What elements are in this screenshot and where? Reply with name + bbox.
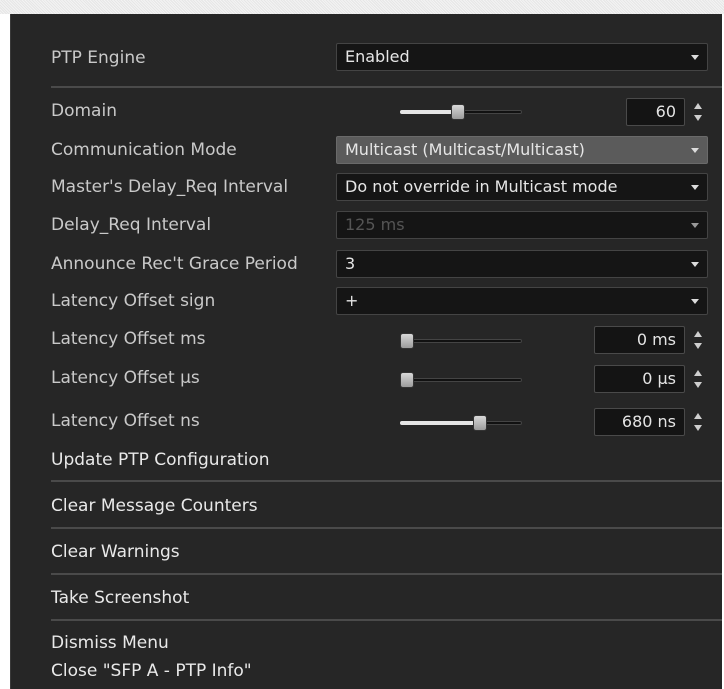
update-ptp-row[interactable]: Update PTP Configuration — [11, 446, 722, 476]
latency-ms-spinbox[interactable]: 0 ms — [594, 326, 709, 354]
close-window-button[interactable]: Close "SFP A - PTP Info" — [51, 661, 252, 681]
spinner-down-icon[interactable] — [694, 382, 702, 388]
latency-ms-label: Latency Offset ms — [51, 329, 206, 349]
take-screenshot-row[interactable]: Take Screenshot — [11, 584, 722, 616]
dropdown-arrow-icon — [691, 148, 699, 153]
masters-delay-req-value: Do not override in Multicast mode — [345, 177, 618, 196]
announce-grace-dropdown[interactable]: 3 — [336, 250, 708, 278]
clear-counters-button[interactable]: Clear Message Counters — [51, 496, 258, 516]
domain-slider[interactable] — [400, 101, 522, 123]
slider-thumb[interactable] — [451, 104, 465, 120]
menu-separator — [51, 573, 722, 575]
latency-sign-row: Latency Offset sign + — [11, 287, 722, 317]
slider-fill — [400, 110, 458, 114]
announce-grace-label: Announce Rec't Grace Period — [51, 254, 298, 274]
slider-thumb[interactable] — [473, 415, 487, 431]
latency-us-row: Latency Offset μs 0 μs — [11, 364, 722, 394]
announce-grace-value: 3 — [345, 254, 356, 273]
dropdown-arrow-icon — [691, 185, 699, 190]
domain-label: Domain — [51, 101, 117, 121]
delay-req-value: 125 ms — [345, 215, 405, 234]
ptp-engine-value: Enabled — [345, 47, 410, 66]
latency-ms-value: 0 ms — [636, 330, 676, 349]
latency-ns-slider[interactable] — [400, 412, 522, 434]
update-ptp-button[interactable]: Update PTP Configuration — [51, 450, 270, 470]
top-title-bar-pattern — [0, 0, 724, 14]
dropdown-arrow-icon — [691, 299, 699, 304]
spinner-up-icon[interactable] — [694, 103, 702, 109]
latency-us-slider[interactable] — [400, 369, 522, 391]
slider-fill — [400, 421, 480, 425]
clear-counters-row[interactable]: Clear Message Counters — [11, 492, 722, 524]
slider-thumb[interactable] — [400, 372, 414, 388]
spinner-down-icon[interactable] — [694, 343, 702, 349]
dropdown-arrow-icon — [691, 223, 699, 228]
ptp-engine-dropdown[interactable]: Enabled — [336, 43, 708, 71]
latency-ns-label: Latency Offset ns — [51, 411, 200, 431]
spinner-down-icon[interactable] — [694, 425, 702, 431]
menu-separator — [51, 527, 722, 529]
settings-menu-panel: PTP Engine Enabled Domain 60 Communicati… — [10, 14, 722, 689]
menu-separator — [51, 86, 722, 88]
dismiss-menu-row[interactable]: Dismiss Menu — [11, 631, 722, 659]
communication-mode-value: Multicast (Multicast/Multicast) — [345, 140, 585, 159]
spinner-down-icon[interactable] — [694, 115, 702, 121]
latency-ns-value: 680 ns — [621, 412, 676, 431]
domain-row: Domain 60 — [11, 97, 722, 127]
latency-sign-dropdown[interactable]: + — [336, 287, 708, 315]
delay-req-row: Delay_Req Interval 125 ms — [11, 211, 722, 241]
spinner-up-icon[interactable] — [694, 413, 702, 419]
clear-warnings-row[interactable]: Clear Warnings — [11, 538, 722, 570]
domain-value: 60 — [655, 102, 676, 121]
menu-separator — [51, 480, 722, 482]
latency-sign-label: Latency Offset sign — [51, 291, 216, 311]
latency-ns-row: Latency Offset ns 680 ns — [11, 407, 722, 437]
latency-ns-spinbox[interactable]: 680 ns — [594, 408, 709, 436]
latency-us-label: Latency Offset μs — [51, 368, 200, 388]
masters-delay-req-label: Master's Delay_Req Interval — [51, 177, 289, 197]
spinner-up-icon[interactable] — [694, 370, 702, 376]
clear-warnings-button[interactable]: Clear Warnings — [51, 542, 180, 562]
latency-ms-row: Latency Offset ms 0 ms — [11, 325, 722, 355]
ptp-engine-row: PTP Engine Enabled — [11, 42, 722, 74]
dropdown-arrow-icon — [691, 55, 699, 60]
masters-delay-req-dropdown[interactable]: Do not override in Multicast mode — [336, 173, 708, 201]
menu-separator — [51, 619, 722, 621]
latency-us-spinbox[interactable]: 0 μs — [594, 365, 709, 393]
communication-mode-row: Communication Mode Multicast (Multicast/… — [11, 136, 722, 166]
latency-us-value: 0 μs — [642, 369, 676, 388]
dropdown-arrow-icon — [691, 262, 699, 267]
domain-spinbox[interactable]: 60 — [626, 98, 709, 126]
latency-sign-value: + — [345, 291, 359, 310]
communication-mode-label: Communication Mode — [51, 140, 237, 160]
ptp-engine-label: PTP Engine — [51, 48, 146, 68]
communication-mode-dropdown[interactable]: Multicast (Multicast/Multicast) — [336, 136, 708, 164]
delay-req-dropdown: 125 ms — [336, 211, 708, 239]
take-screenshot-button[interactable]: Take Screenshot — [51, 588, 189, 608]
announce-grace-row: Announce Rec't Grace Period 3 — [11, 250, 722, 280]
dismiss-menu-button[interactable]: Dismiss Menu — [51, 633, 169, 653]
delay-req-label: Delay_Req Interval — [51, 215, 212, 235]
spinner-up-icon[interactable] — [694, 331, 702, 337]
masters-delay-req-row: Master's Delay_Req Interval Do not overr… — [11, 173, 722, 203]
latency-ms-slider[interactable] — [400, 330, 522, 352]
slider-thumb[interactable] — [400, 333, 414, 349]
close-window-row[interactable]: Close "SFP A - PTP Info" — [11, 659, 722, 687]
